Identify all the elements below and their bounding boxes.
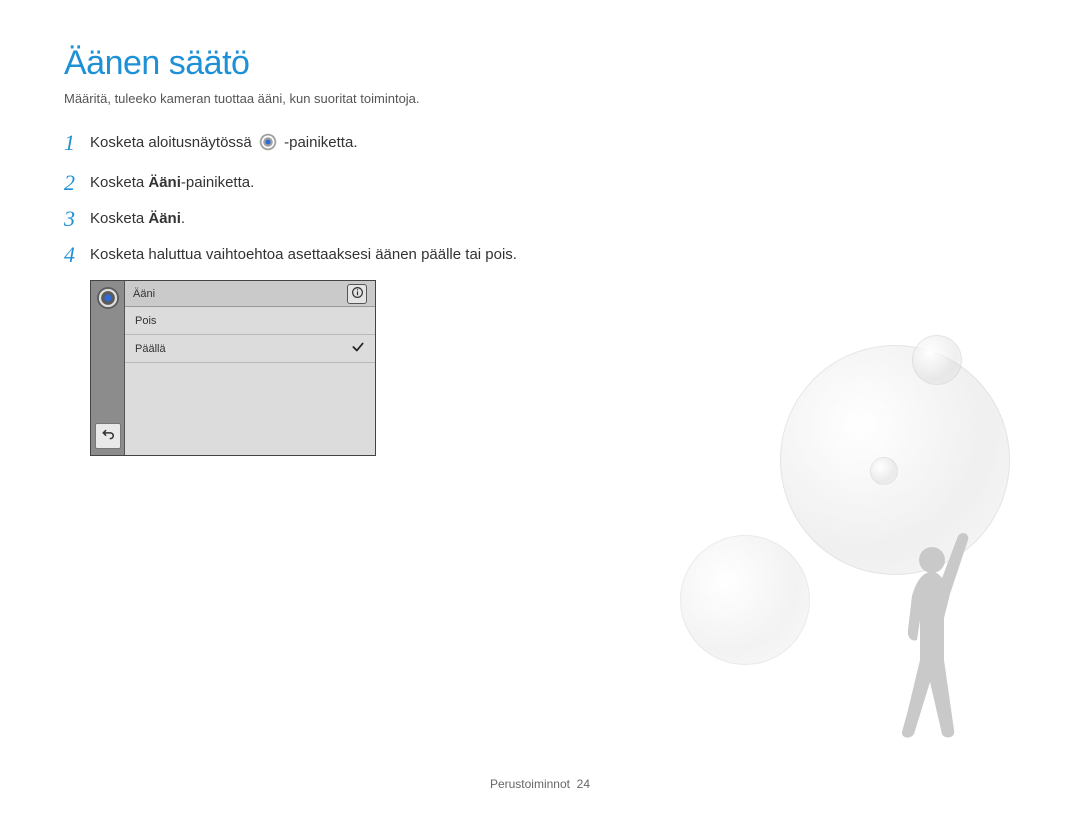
info-icon <box>351 286 364 302</box>
step-number: 4 <box>64 244 90 266</box>
decorative-illustration <box>620 335 1040 755</box>
step-text-bold: Ääni <box>148 174 181 191</box>
bubble-icon <box>870 457 898 485</box>
device-screenshot: Ääni Pois Päällä <box>90 280 376 456</box>
back-arrow-icon <box>101 427 115 446</box>
option-row-off[interactable]: Pois <box>125 307 375 335</box>
check-icon <box>351 340 365 357</box>
option-label: Pois <box>135 315 156 327</box>
screenshot-title: Ääni <box>133 288 155 300</box>
page-footer: Perustoiminnot 24 <box>0 777 1080 791</box>
step-4: 4 Kosketa haluttua vaihtoehtoa asettaaks… <box>64 244 1016 266</box>
info-button[interactable] <box>347 284 367 304</box>
step-text-bold: Ääni <box>148 210 181 227</box>
option-row-on[interactable]: Päällä <box>125 335 375 363</box>
bubble-icon <box>780 345 1010 575</box>
page-title: Äänen säätö <box>64 44 1016 83</box>
back-button[interactable] <box>95 423 121 449</box>
step-1: 1 Kosketa aloitusnäytössä -painiketta. <box>64 132 1016 158</box>
screenshot-header: Ääni <box>125 281 375 307</box>
step-text: Kosketa <box>90 174 148 191</box>
bubble-icon <box>680 535 810 665</box>
page-subtitle: Määritä, tuleeko kameran tuottaa ääni, k… <box>64 91 1016 106</box>
child-silhouette-icon <box>862 510 982 745</box>
step-text: Kosketa <box>90 210 148 227</box>
step-3: 3 Kosketa Ääni. <box>64 208 1016 230</box>
step-number: 1 <box>64 132 90 154</box>
step-text: Kosketa aloitusnäytössä <box>90 134 256 151</box>
footer-section: Perustoiminnot <box>490 777 570 791</box>
step-number: 2 <box>64 172 90 194</box>
step-text: . <box>181 210 185 227</box>
step-text: Kosketa haluttua vaihtoehtoa asettaakses… <box>90 244 517 266</box>
step-number: 3 <box>64 208 90 230</box>
settings-gear-icon <box>259 133 277 158</box>
screenshot-body: Ääni Pois Päällä <box>125 281 375 455</box>
screenshot-sidebar <box>91 281 125 455</box>
step-text: -painiketta. <box>284 134 357 151</box>
gear-icon[interactable] <box>95 285 121 311</box>
footer-page-number: 24 <box>577 777 590 791</box>
option-label: Päällä <box>135 343 166 355</box>
bubble-icon <box>912 335 962 385</box>
step-list: 1 Kosketa aloitusnäytössä -painiketta. 2… <box>64 132 1016 266</box>
step-text: -painiketta. <box>181 174 254 191</box>
step-2: 2 Kosketa Ääni-painiketta. <box>64 172 1016 194</box>
